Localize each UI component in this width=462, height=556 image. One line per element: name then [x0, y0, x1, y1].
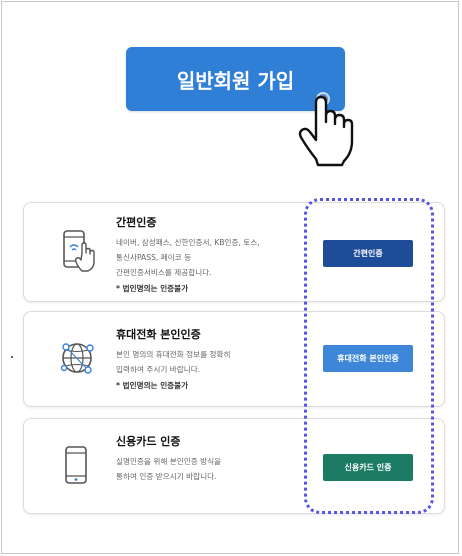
phone-touch-icon [63, 230, 95, 272]
stray-dot [11, 356, 13, 358]
card-note: * 법인명의는 인증불가 [116, 381, 189, 390]
card-note: * 법인명의는 인증불가 [116, 284, 189, 293]
mobile-phone-icon [65, 446, 87, 484]
card-description: 네이버, 삼성패스, 신한인증서, KB인증, 토스, 통신사PASS, 페이코… [116, 238, 260, 277]
card-title: 신용카드 인증 [116, 435, 181, 448]
globe-network-icon [60, 343, 94, 374]
card-title: 휴대전화 본인인증 [116, 328, 201, 341]
card-description: 실명인증을 위해 본인인증 방식을 통하여 인증 받으시기 바랍니다. [116, 457, 222, 481]
buttons-highlight-outline [304, 198, 434, 514]
card-title: 간편인증 [116, 216, 157, 229]
card-description: 본인 명의의 휴대전화 정보를 정확히 입력하여 주시기 바랍니다. [116, 350, 231, 374]
hand-pointer-icon [298, 95, 354, 167]
